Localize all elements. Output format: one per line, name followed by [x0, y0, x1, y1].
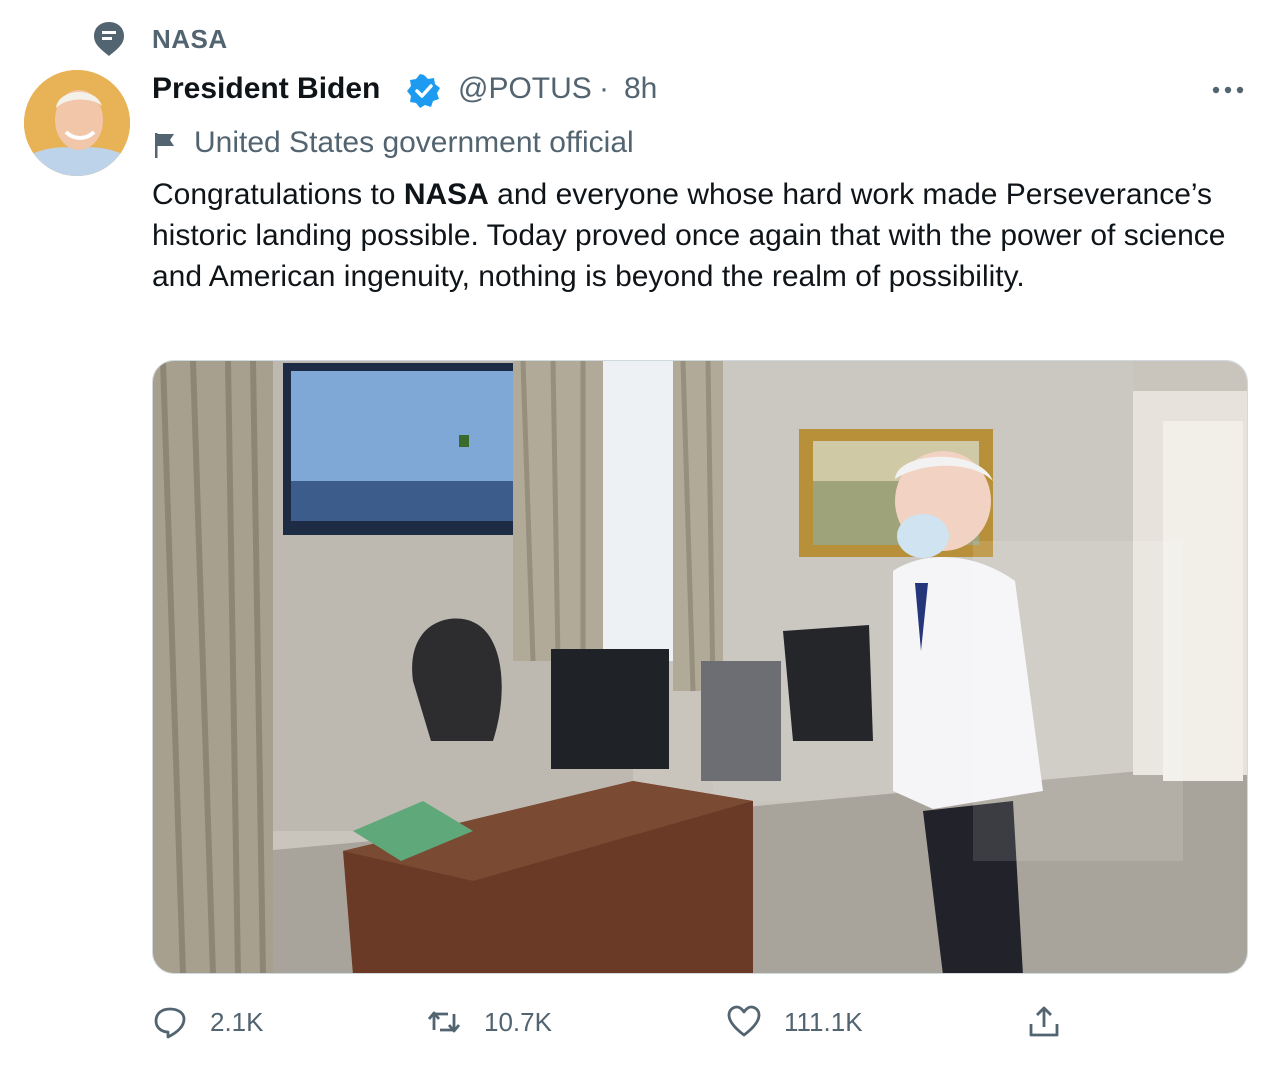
separator-dot: ·	[599, 72, 609, 105]
like-count: 111.1K	[784, 1006, 863, 1037]
tweet-timestamp[interactable]: 8h	[624, 72, 657, 106]
like-button[interactable]: 111.1K	[726, 1000, 863, 1044]
retweet-count: 10.7K	[484, 1006, 552, 1037]
tweet-photo[interactable]	[152, 360, 1248, 974]
flag-icon	[152, 130, 180, 160]
verified-badge-icon	[406, 73, 442, 109]
retweet-button[interactable]: 10.7K	[426, 1000, 552, 1044]
reply-count: 2.1K	[210, 1006, 264, 1037]
heart-icon	[727, 1005, 761, 1037]
share-icon	[1029, 1006, 1059, 1037]
author-name[interactable]: President Biden	[152, 72, 380, 106]
tweet-text: Congratulations to NASA and everyone who…	[152, 174, 1242, 297]
author-handle[interactable]: @POTUS	[458, 72, 592, 106]
more-options-icon[interactable]	[1208, 70, 1248, 110]
share-button[interactable]	[1026, 1000, 1062, 1044]
reply-button[interactable]: 2.1K	[152, 1000, 264, 1044]
retweet-icon	[427, 1011, 461, 1033]
tweet-text-start: Congratulations to	[152, 178, 404, 211]
tweet-text-bold[interactable]: NASA	[404, 178, 489, 211]
avatar[interactable]	[24, 70, 130, 176]
topic-icon	[92, 20, 126, 58]
reply-icon	[154, 1007, 186, 1039]
government-account-label[interactable]: United States government official	[194, 126, 634, 160]
topic-label[interactable]: NASA	[152, 24, 228, 55]
